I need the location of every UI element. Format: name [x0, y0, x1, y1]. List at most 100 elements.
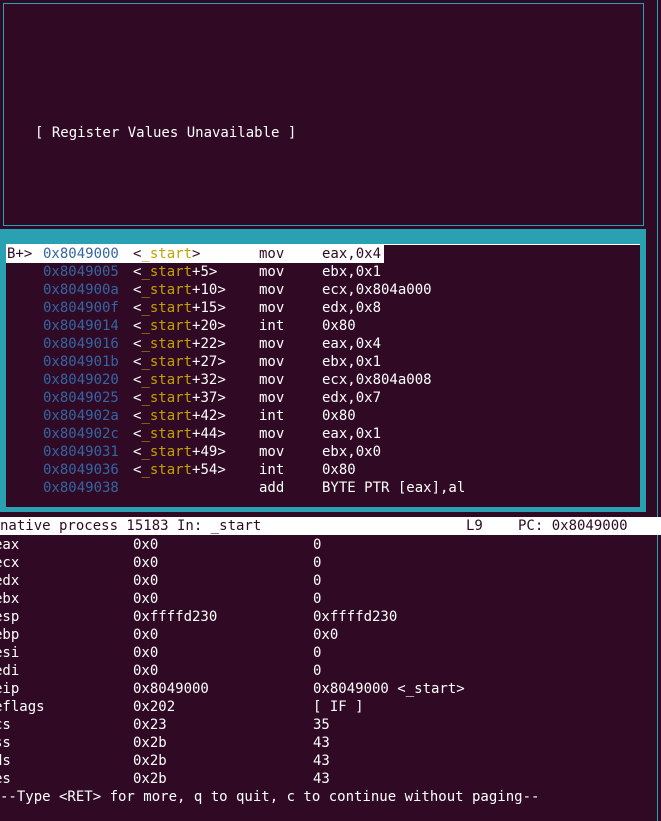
asm-row[interactable]: 0x804901b <_start+27> mov ebx,0x1	[6, 353, 636, 371]
symbol-close: >	[192, 246, 201, 262]
asm-row[interactable]: 0x8049020 <_start+32> mov ecx,0x804a008	[6, 371, 636, 389]
symbol-close: >	[217, 372, 226, 388]
asm-row[interactable]: 0x8049005 <_start+5> mov ebx,0x1	[6, 263, 636, 281]
register-natural-value: 0	[313, 645, 322, 661]
symbol-offset: +37	[192, 390, 218, 406]
register-natural-value: 0	[313, 591, 322, 607]
register-name: eax	[0, 537, 20, 553]
symbol-name: _start	[141, 318, 193, 334]
register-natural-value: 0xffffd230	[313, 609, 398, 625]
instruction-address: 0x804901b	[43, 354, 119, 370]
register-name: es	[0, 771, 11, 787]
pager-prompt[interactable]: --Type <RET> for more, q to quit, c to c…	[0, 788, 539, 806]
register-name: ebp	[0, 627, 20, 643]
symbol-ref: <_start+49>	[133, 443, 226, 461]
asm-row[interactable]: 0x804902a <_start+42> int 0x80	[6, 407, 636, 425]
asm-row[interactable]: B+> 0x8049000 <_start> mov eax,0x4	[6, 245, 384, 263]
register-natural-value: 35	[313, 717, 330, 733]
asm-row[interactable]: 0x8049038 add BYTE PTR [eax],al	[6, 479, 636, 497]
register-name: edx	[0, 573, 20, 589]
register-name: cs	[0, 717, 11, 733]
asm-row[interactable]: 0x804902c <_start+44> mov eax,0x1	[6, 425, 636, 443]
symbol-close: >	[217, 426, 226, 442]
register-hex-value: 0x2b	[133, 771, 167, 787]
register-natural-value: 0	[313, 537, 322, 553]
instruction-address: 0x8049005	[43, 264, 119, 280]
instruction-address: 0x804900f	[43, 300, 119, 316]
register-name: eflags	[0, 699, 45, 715]
instruction-opcode: mov	[259, 390, 285, 406]
register-name: edi	[0, 663, 20, 679]
register-hex-value: 0x202	[133, 699, 176, 715]
symbol-close: >	[217, 408, 226, 424]
instruction-opcode: mov	[259, 246, 285, 262]
instruction-address: 0x804902c	[43, 426, 119, 442]
register-hex-value: 0x0	[133, 591, 159, 607]
symbol-offset: +42	[192, 408, 218, 424]
symbol-offset: +44	[192, 426, 218, 442]
instruction-opcode: mov	[259, 282, 285, 298]
register-hex-value: 0x0	[133, 555, 159, 571]
asm-row[interactable]: 0x8049036 <_start+54> int 0x80	[6, 461, 636, 479]
asm-row[interactable]: 0x8049014 <_start+20> int 0x80	[6, 317, 636, 335]
symbol-offset: +54	[192, 462, 218, 478]
symbol-close: >	[217, 300, 226, 316]
symbol-name: _start	[141, 300, 193, 316]
register-hex-value: 0x0	[133, 537, 159, 553]
symbol-ref: <_start>	[133, 245, 200, 263]
symbol-offset: +22	[192, 336, 218, 352]
symbol-offset: +15	[192, 300, 218, 316]
symbol-close: >	[217, 282, 226, 298]
symbol-offset: +10	[192, 282, 218, 298]
register-natural-value: [ IF ]	[313, 699, 364, 715]
symbol-ref: <_start+27>	[133, 353, 226, 371]
symbol-close: >	[217, 444, 226, 460]
instruction-operands: eax,0x4	[322, 246, 382, 262]
symbol-name: _start	[141, 426, 193, 442]
register-hex-value: 0xffffd230	[133, 609, 218, 625]
register-natural-value: 0	[313, 555, 322, 571]
instruction-address: 0x8049036	[43, 462, 119, 478]
symbol-name: _start	[141, 444, 193, 460]
instruction-opcode: mov	[259, 372, 285, 388]
register-hex-value: 0x0	[133, 573, 159, 589]
status-process: native process 15183 In: _start	[0, 518, 262, 534]
instruction-opcode: mov	[259, 336, 285, 352]
assembly-pane[interactable]: B+> 0x8049000 <_start> mov eax,0x4 0x8049005 <…	[0, 229, 646, 512]
asm-row[interactable]: 0x804900a <_start+10> mov ecx,0x804a000	[6, 281, 636, 299]
symbol-close: >	[217, 390, 226, 406]
symbol-name: _start	[141, 246, 193, 262]
symbol-ref: <_start+32>	[133, 371, 226, 389]
symbol-close: >	[217, 336, 226, 352]
instruction-address: 0x804902a	[43, 408, 119, 424]
instruction-operands: 0x80	[322, 318, 356, 334]
symbol-close: >	[217, 354, 226, 370]
asm-row[interactable]: 0x804900f <_start+15> mov edx,0x8	[6, 299, 636, 317]
instruction-operands: ecx,0x804a000	[322, 282, 432, 298]
instruction-operands: ebx,0x1	[322, 264, 382, 280]
asm-row[interactable]: 0x8049031 <_start+49> mov ebx,0x0	[6, 443, 636, 461]
register-natural-value: 0	[313, 663, 322, 679]
register-natural-value: 0x8049000 <_start>	[313, 681, 465, 697]
register-natural-value: 0	[313, 573, 322, 589]
instruction-opcode: mov	[259, 426, 285, 442]
status-program-counter: PC: 0x8049000	[518, 518, 628, 534]
symbol-ref: <_start+37>	[133, 389, 226, 407]
breakpoint-marker: B+>	[7, 246, 33, 262]
instruction-address: 0x8049025	[43, 390, 119, 406]
symbol-close: >	[217, 462, 226, 478]
register-pane: [ Register Values Unavailable ]	[3, 3, 644, 226]
register-hex-value: 0x8049000	[133, 681, 209, 697]
status-line-number: L9	[466, 518, 483, 534]
symbol-name: _start	[141, 282, 193, 298]
instruction-operands: ebx,0x1	[322, 354, 382, 370]
asm-row[interactable]: 0x8049025 <_start+37> mov edx,0x7	[6, 389, 636, 407]
asm-row[interactable]: 0x8049016 <_start+22> mov eax,0x4	[6, 335, 636, 353]
instruction-address: 0x8049031	[43, 444, 119, 460]
symbol-ref: <_start+42>	[133, 407, 226, 425]
instruction-opcode: int	[259, 408, 285, 424]
assembly-listing[interactable]: B+> 0x8049000 <_start> mov eax,0x4 0x8049005 <…	[6, 244, 640, 507]
register-name: esp	[0, 609, 20, 625]
symbol-ref: <_start+44>	[133, 425, 226, 443]
symbol-name: _start	[141, 336, 193, 352]
